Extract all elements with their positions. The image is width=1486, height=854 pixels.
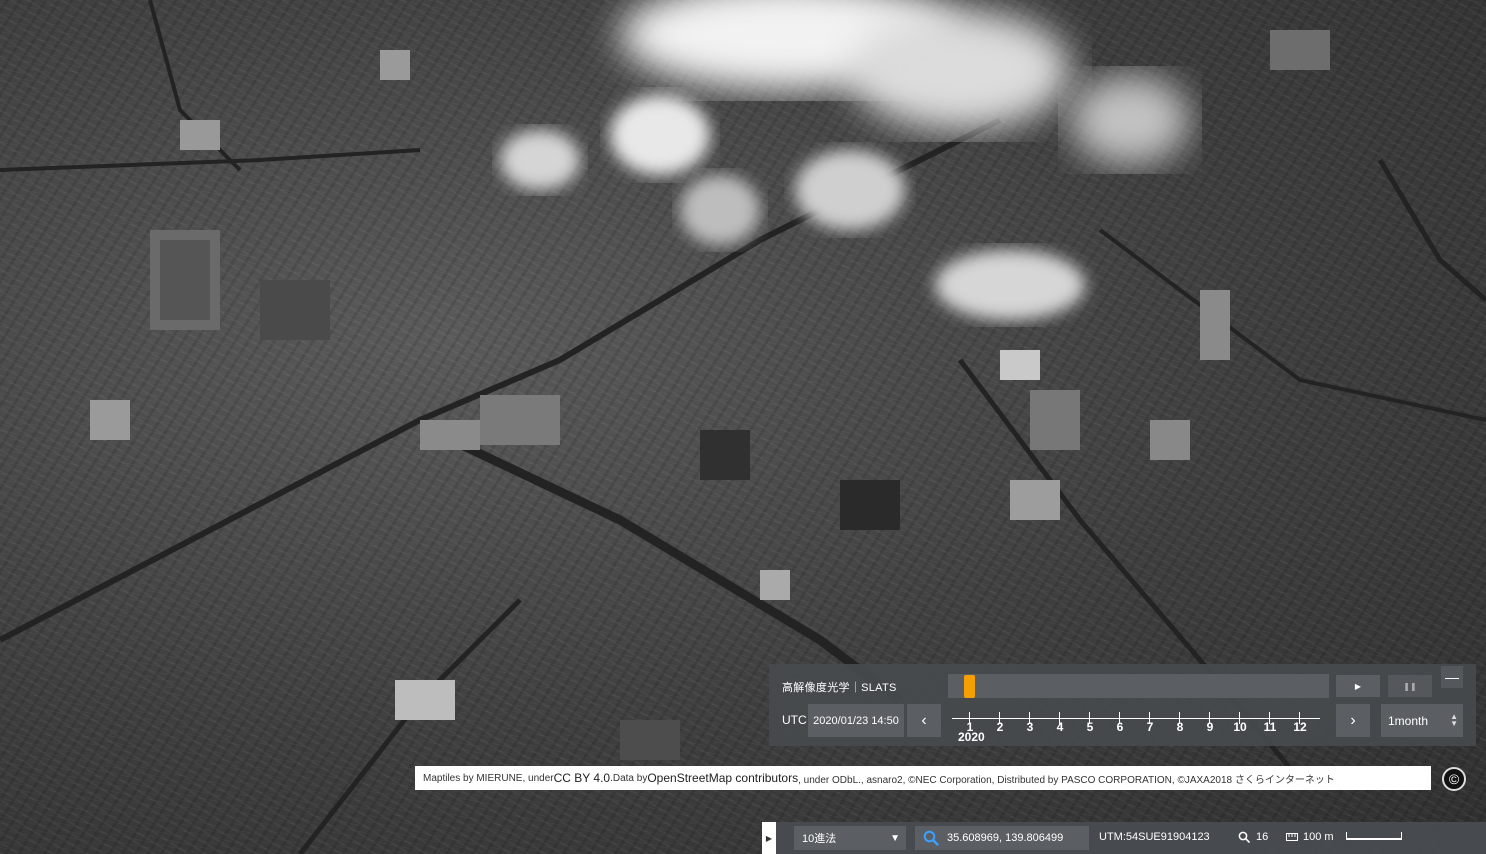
ruler-month-label: 8 (1176, 720, 1184, 734)
timeline-track[interactable] (948, 674, 1329, 698)
ruler-month-label: 10 (1233, 720, 1247, 734)
magnifier-icon (1238, 831, 1250, 843)
attribution-text-3: , under ODbL., asnaro2, ©NEC Corporation… (798, 774, 1335, 786)
minus-icon: — (1445, 669, 1459, 685)
caret-down-icon: ▼ (890, 833, 900, 844)
play-button[interactable]: ▶ (1336, 675, 1380, 697)
datetime-field[interactable]: 2020/01/23 14:50 (808, 704, 904, 737)
ruler-month-label: 5 (1086, 720, 1094, 734)
ruler-month-label: 7 (1146, 720, 1154, 734)
chevron-right-icon: › (1350, 711, 1356, 729)
step-interval-value: 1month (1388, 713, 1429, 728)
scale-bar (1346, 832, 1402, 840)
ruler-icon (1286, 833, 1298, 841)
pause-icon: ❚❚ (1403, 681, 1417, 691)
map-clouds (500, 0, 1190, 320)
ruler-month-label: 9 (1206, 720, 1214, 734)
copyright-icon: © (1448, 771, 1460, 787)
collapse-panel-button[interactable]: — (1441, 666, 1463, 688)
attribution-text-1: Maptiles by MIERUNE, under (423, 772, 554, 784)
coordinate-format-select[interactable]: 10進法 ▼ (794, 826, 906, 850)
expand-statusbar-button[interactable]: ▶ (762, 822, 776, 854)
coordinate-value: 35.608969, 139.806499 (947, 832, 1064, 844)
status-bar: ▶ 10進法 ▼ 35.608969, 139.806499 UTM:54SUE… (762, 822, 1486, 854)
step-interval-select[interactable]: 1month ▲ ▼ (1381, 704, 1463, 737)
ruler-month-label: 2 (996, 720, 1004, 734)
month-ruler[interactable]: 2020 1 2 3 4 5 6 7 8 9 10 11 12 (952, 708, 1322, 744)
ruler-month-label: 11 (1263, 720, 1277, 734)
play-icon: ▶ (1354, 681, 1362, 691)
coordinate-format-value: 10進法 (802, 833, 837, 845)
pause-button[interactable]: ❚❚ (1388, 675, 1432, 697)
ruler-month-label: 6 (1116, 720, 1124, 734)
satellite-dataset-label: 高解像度光学｜SLATS (782, 682, 897, 694)
utm-readout: UTM:54SUE91904123 (1099, 831, 1210, 843)
utc-label: UTC (782, 713, 807, 727)
zoom-level: 16 (1238, 831, 1268, 843)
ruler-month-label: 12 (1293, 720, 1307, 734)
cc-license-link[interactable]: CC BY 4.0 (554, 771, 610, 785)
chevron-left-icon: ‹ (921, 711, 927, 729)
map-attribution: Maptiles by MIERUNE, under CC BY 4.0 .Da… (415, 766, 1431, 790)
search-icon (923, 830, 939, 846)
ruler-month-label: 3 (1026, 720, 1034, 734)
attribution-text-2: .Data by (610, 772, 648, 784)
zoom-value: 16 (1256, 831, 1269, 843)
ruler-month-label: 1 (966, 720, 974, 734)
ruler-axis (952, 718, 1320, 719)
triangle-right-icon: ▶ (765, 833, 773, 843)
next-step-button[interactable]: › (1336, 704, 1370, 737)
map-scale: 100 m (1286, 831, 1334, 843)
osm-link[interactable]: OpenStreetMap contributors (647, 771, 798, 785)
copyright-toggle-button[interactable]: © (1442, 767, 1466, 791)
ruler-month-label: 4 (1056, 720, 1064, 734)
scale-value: 100 m (1303, 831, 1334, 843)
updown-chevron-icon: ▲ ▼ (1450, 712, 1458, 728)
time-slider-panel: 高解像度光学｜SLATS ▶ ❚❚ — UTC 2020/01/23 14:50… (769, 664, 1476, 746)
timeline-handle[interactable] (964, 675, 975, 698)
coordinate-search-field[interactable]: 35.608969, 139.806499 (915, 826, 1089, 850)
previous-step-button[interactable]: ‹ (907, 704, 941, 737)
